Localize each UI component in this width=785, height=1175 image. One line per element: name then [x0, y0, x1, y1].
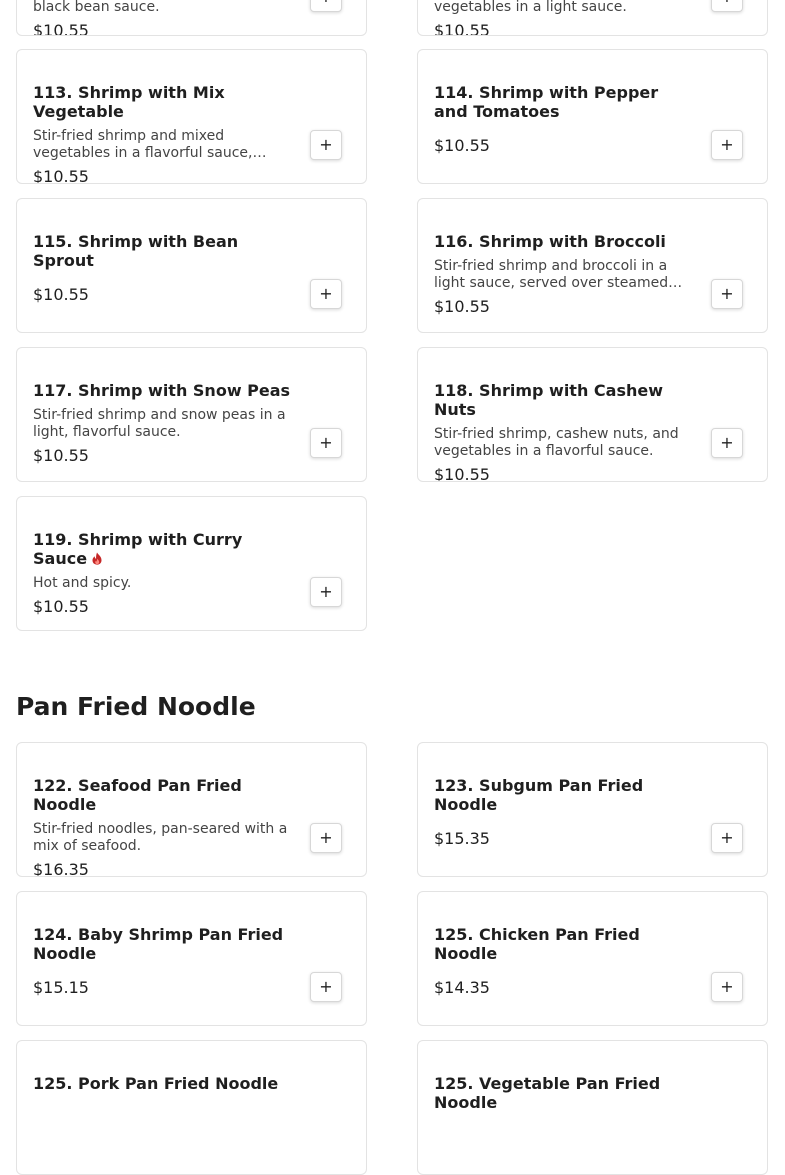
item-name: 125. Vegetable Pan Fried Noodle	[434, 1074, 661, 1112]
add-item-button[interactable]: +	[711, 823, 743, 853]
menu-item-card[interactable]: black bean sauce. $10.55 +	[16, 0, 367, 36]
add-item-button[interactable]: +	[310, 0, 342, 12]
add-item-button[interactable]: +	[711, 972, 743, 1002]
item-name: 124. Baby Shrimp Pan Fried Noodle	[33, 925, 284, 963]
item-price: $10.55	[33, 167, 89, 184]
add-item-button[interactable]: +	[310, 972, 342, 1002]
section-title: Pan Fried Noodle	[16, 692, 256, 721]
add-item-button[interactable]: +	[711, 279, 743, 309]
menu-item-card[interactable]: 125. Pork Pan Fried Noodle	[16, 1040, 367, 1175]
menu-item-card[interactable]: 124. Baby Shrimp Pan Fried Noodle $15.15…	[16, 891, 367, 1026]
menu-item-card[interactable]: vegetables in a light sauce. $10.55 +	[417, 0, 768, 36]
item-description: black bean sauce.	[33, 0, 160, 15]
item-price: $16.35	[33, 860, 89, 877]
item-price: $10.55	[33, 597, 89, 616]
menu-item-card[interactable]: 117. Shrimp with Snow Peas Stir-fried sh…	[16, 347, 367, 482]
item-price: $10.55	[434, 465, 490, 482]
item-name: 125. Pork Pan Fried Noodle	[33, 1074, 279, 1093]
item-name: 114. Shrimp with Pepper and Tomatoes	[434, 83, 659, 121]
add-item-button[interactable]: +	[310, 428, 342, 458]
add-item-button[interactable]: +	[310, 279, 342, 309]
add-item-button[interactable]: +	[711, 130, 743, 160]
menu-item-card[interactable]: 114. Shrimp with Pepper and Tomatoes $10…	[417, 49, 768, 184]
menu-item-card[interactable]: 125. Vegetable Pan Fried Noodle	[417, 1040, 768, 1175]
item-name: 113. Shrimp with Mix Vegetable	[33, 83, 225, 121]
add-item-button[interactable]: +	[310, 577, 342, 607]
item-name: 125. Chicken Pan Fried Noodle	[434, 925, 640, 963]
add-item-button[interactable]: +	[711, 0, 743, 12]
item-price: $15.35	[434, 829, 490, 848]
item-description: Hot and spicy.	[33, 575, 132, 591]
item-description: Stir-fried noodles, pan-seared with a mi…	[33, 821, 288, 854]
item-price: $10.55	[33, 285, 89, 304]
menu-item-card[interactable]: 122. Seafood Pan Fried Noodle Stir-fried…	[16, 742, 367, 877]
item-price: $10.55	[434, 21, 490, 36]
item-description: Stir-fried shrimp and mixed vegetables i…	[33, 128, 253, 161]
item-name: 116. Shrimp with Broccoli	[434, 232, 666, 251]
spicy-icon	[91, 550, 103, 565]
menu-item-card[interactable]: 123. Subgum Pan Fried Noodle $15.35 +	[417, 742, 768, 877]
item-description: vegetables in a light sauce.	[434, 0, 627, 15]
item-description: Stir-fried shrimp and snow peas in a lig…	[33, 407, 286, 440]
menu-item-card[interactable]: 118. Shrimp with Cashew Nuts Stir-fried …	[417, 347, 768, 482]
item-name: 122. Seafood Pan Fried Noodle	[33, 776, 242, 814]
item-name: 118. Shrimp with Cashew Nuts	[434, 381, 663, 419]
menu-item-card[interactable]: 116. Shrimp with Broccoli Stir-fried shr…	[417, 198, 768, 333]
add-item-button[interactable]: +	[310, 130, 342, 160]
item-price: $14.35	[434, 978, 490, 997]
menu-item-card[interactable]: 119. Shrimp with Curry Sauce Hot and spi…	[16, 496, 367, 631]
add-item-button[interactable]: +	[711, 428, 743, 458]
menu-item-card[interactable]: 113. Shrimp with Mix Vegetable Stir-frie…	[16, 49, 367, 184]
item-price: $15.15	[33, 978, 89, 997]
item-description: Stir-fried shrimp and broccoli in a ligh…	[434, 258, 669, 291]
item-name: 123. Subgum Pan Fried Noodle	[434, 776, 644, 814]
item-name: 117. Shrimp with Snow Peas	[33, 381, 291, 400]
item-price: $10.55	[434, 297, 490, 316]
item-name-row: 119. Shrimp with Curry Sauce	[33, 530, 295, 568]
item-name: 119. Shrimp with Curry Sauce	[33, 530, 243, 568]
item-name: 115. Shrimp with Bean Sprout	[33, 232, 239, 270]
item-description: Stir-fried shrimp, cashew nuts, and vege…	[434, 426, 679, 459]
add-item-button[interactable]: +	[310, 823, 342, 853]
item-price: $10.55	[33, 446, 89, 465]
menu-item-card[interactable]: 125. Chicken Pan Fried Noodle $14.35 +	[417, 891, 768, 1026]
menu-item-card[interactable]: 115. Shrimp with Bean Sprout $10.55 +	[16, 198, 367, 333]
item-price: $10.55	[33, 21, 89, 36]
item-price: $10.55	[434, 136, 490, 155]
